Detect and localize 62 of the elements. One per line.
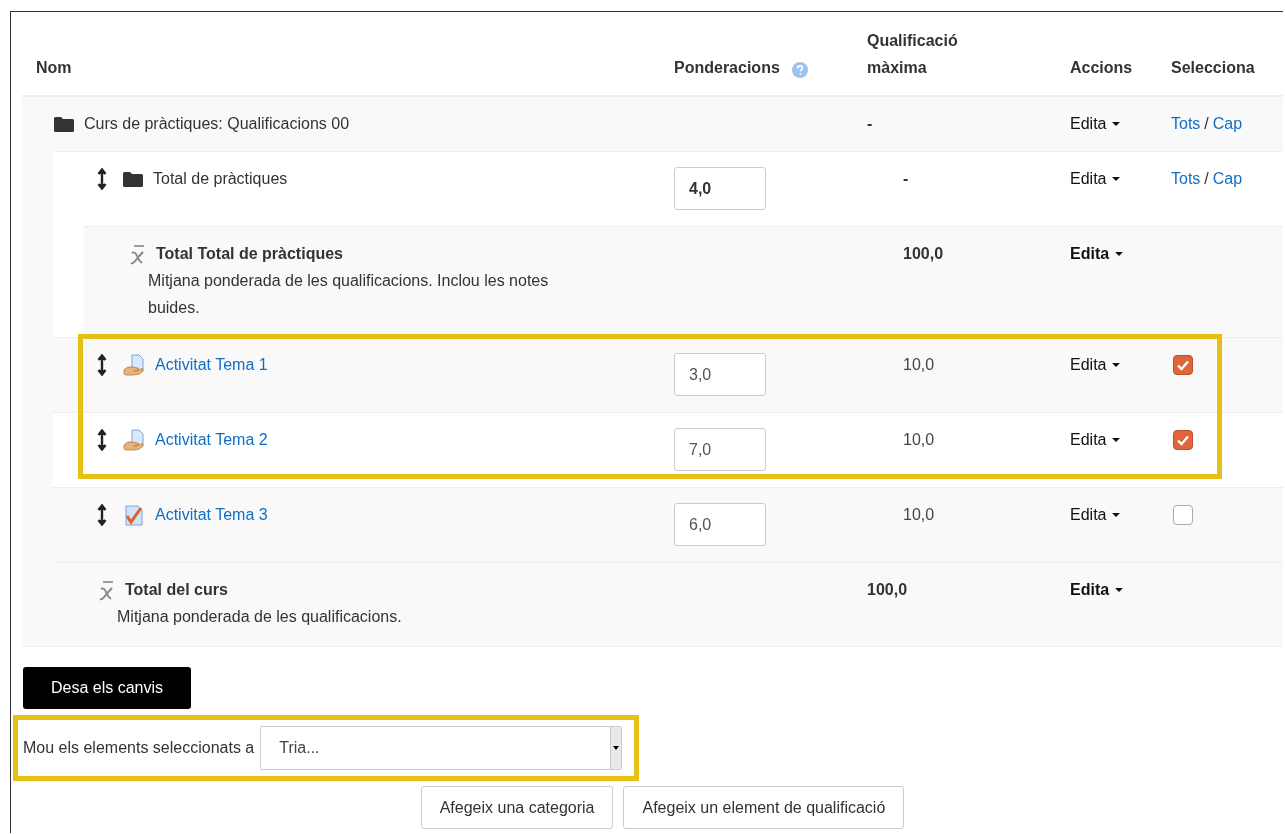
move-label: Mou els elements seleccionats a <box>23 739 255 757</box>
checkbox[interactable] <box>1173 430 1193 450</box>
assignment-icon <box>123 429 145 451</box>
weight-field[interactable]: 7,0 <box>674 428 766 471</box>
edit-menu[interactable]: Edita <box>1070 243 1124 265</box>
caret-icon <box>1112 122 1121 126</box>
folder-icon <box>123 171 143 187</box>
select-none-link[interactable]: Cap <box>1212 113 1243 135</box>
move-icon[interactable] <box>97 504 107 526</box>
column-header: Nom <box>36 58 72 78</box>
column-header: Accions <box>1070 58 1133 78</box>
caret-icon <box>1112 177 1121 181</box>
column-header: Ponderacions <box>674 58 780 78</box>
activity-link[interactable]: Activitat Tema 2 <box>155 429 268 451</box>
max-grade: 100,0 <box>903 245 944 262</box>
total-description: Mitjana ponderada de les qualificacions. <box>117 607 403 627</box>
weight-field[interactable]: 3,0 <box>674 353 766 396</box>
select-all-link[interactable]: Tots <box>1171 113 1201 135</box>
folder-icon <box>54 116 74 132</box>
quiz-icon <box>123 504 145 526</box>
category-name: Curs de pràctiques: Qualificacions 00 <box>84 114 350 134</box>
max-grade: - <box>903 170 909 187</box>
caret-icon <box>1112 438 1121 442</box>
checkbox[interactable] <box>1173 355 1193 375</box>
caret-icon <box>1115 588 1124 592</box>
add-button[interactable]: Afegeix una categoria <box>420 786 614 829</box>
select-all-link[interactable]: Tots <box>1171 168 1201 190</box>
max-grade: 10,0 <box>903 431 935 448</box>
max-grade: 10,0 <box>903 506 935 523</box>
column-header: Selecciona <box>1171 58 1255 78</box>
move-icon[interactable] <box>97 168 107 190</box>
total-description: Mitjana ponderada de les qualificacions. Inclou les notes buides. <box>148 271 550 318</box>
assignment-icon <box>123 354 145 376</box>
weight-field[interactable]: 4,0 <box>674 167 766 210</box>
total-name: Total del curs <box>125 580 228 600</box>
column-header: Qualificació màxima <box>867 31 959 78</box>
separator: / <box>1204 169 1209 189</box>
max-grade: 100,0 <box>867 581 908 598</box>
move-icon[interactable] <box>97 354 107 376</box>
edit-menu[interactable]: Edita <box>1070 354 1121 376</box>
max-grade: - <box>867 115 873 132</box>
caret-icon <box>1115 252 1124 256</box>
move-icon[interactable] <box>97 429 107 451</box>
edit-menu[interactable]: Edita <box>1070 168 1121 190</box>
category-name: Total de pràctiques <box>153 169 288 189</box>
caret-icon <box>1112 513 1121 517</box>
save-button[interactable]: Desa els canvis <box>23 667 191 709</box>
activity-link[interactable]: Activitat Tema 3 <box>155 504 268 526</box>
total-name: Total Total de pràctiques <box>156 244 343 264</box>
caret-icon <box>1112 363 1121 367</box>
weight-field[interactable]: 6,0 <box>674 503 766 546</box>
select-none-link[interactable]: Cap <box>1212 168 1243 190</box>
target-select[interactable]: Tria... <box>260 726 623 770</box>
edit-menu[interactable]: Edita <box>1070 113 1121 135</box>
max-grade: 10,0 <box>903 356 935 373</box>
add-button[interactable]: Afegeix un element de qualificació <box>623 786 905 829</box>
edit-menu[interactable]: Edita <box>1070 579 1124 601</box>
edit-menu[interactable]: Edita <box>1070 504 1121 526</box>
edit-menu[interactable]: Edita <box>1070 429 1121 451</box>
checkbox[interactable] <box>1173 505 1193 525</box>
activity-link[interactable]: Activitat Tema 1 <box>155 354 268 376</box>
separator: / <box>1204 114 1209 134</box>
